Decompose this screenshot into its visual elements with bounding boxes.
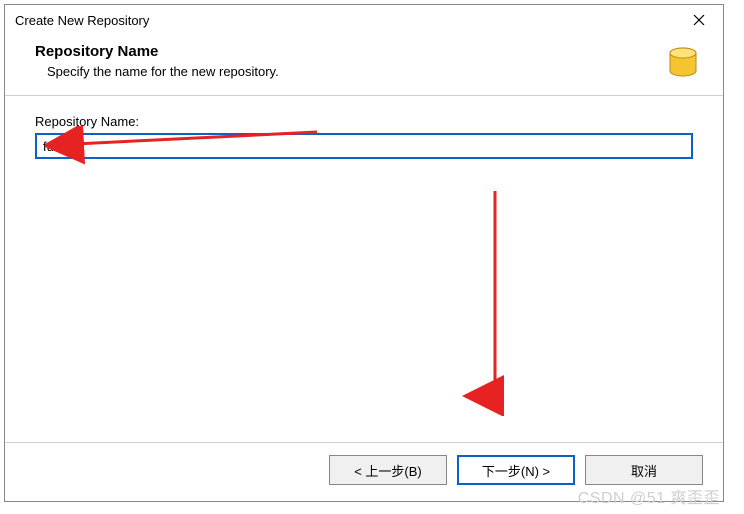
close-button[interactable] (683, 9, 715, 31)
repo-name-input[interactable] (35, 133, 693, 159)
back-button[interactable]: < 上一步(B) (329, 455, 447, 485)
next-button[interactable]: 下一步(N) > (457, 455, 575, 485)
header-text: Repository Name Specify the name for the… (35, 43, 279, 79)
close-icon (693, 14, 705, 26)
button-row: < 上一步(B) 下一步(N) > 取消 (5, 443, 723, 501)
cancel-button[interactable]: 取消 (585, 455, 703, 485)
header-section: Repository Name Specify the name for the… (5, 33, 723, 95)
database-icon (665, 45, 701, 81)
header-heading: Repository Name (35, 43, 279, 60)
header-subtitle: Specify the name for the new repository. (35, 64, 279, 79)
window-title: Create New Repository (15, 13, 149, 28)
annotation-arrow-next (455, 186, 535, 416)
dialog-window: Create New Repository Repository Name Sp… (4, 4, 724, 502)
repo-name-label: Repository Name: (35, 114, 693, 129)
titlebar: Create New Repository (5, 5, 723, 33)
body-section: Repository Name: (5, 96, 723, 442)
